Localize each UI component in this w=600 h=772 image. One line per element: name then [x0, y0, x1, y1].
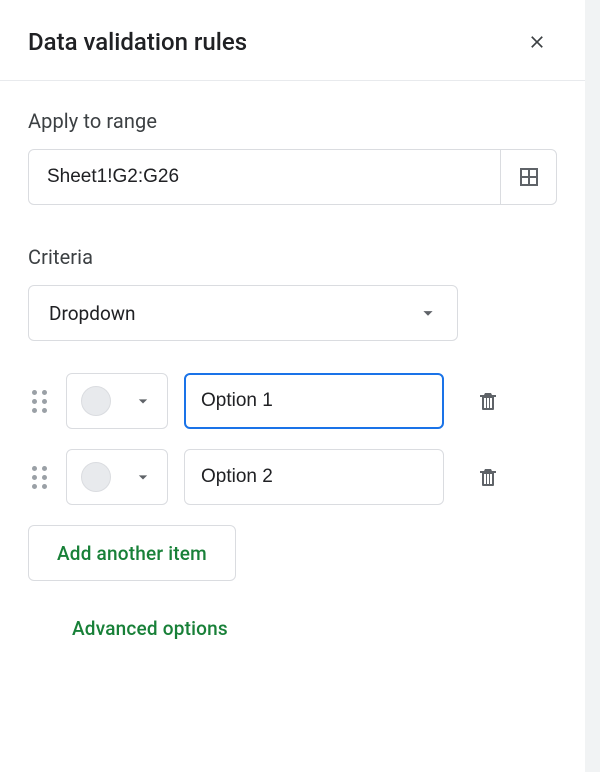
option-color-picker[interactable]	[66, 373, 168, 429]
criteria-select[interactable]: Dropdown	[28, 285, 458, 341]
delete-option-button[interactable]	[468, 381, 508, 421]
panel-header: Data validation rules	[0, 0, 585, 81]
apply-to-range-row	[28, 149, 557, 205]
caret-down-icon	[133, 467, 153, 487]
advanced-options-link[interactable]: Advanced options	[28, 617, 557, 640]
data-validation-panel: Data validation rules Apply to range Cri…	[0, 0, 585, 772]
delete-option-button[interactable]	[468, 457, 508, 497]
caret-down-icon	[417, 302, 439, 324]
option-value-input[interactable]	[184, 373, 444, 429]
trash-icon	[476, 389, 500, 413]
drag-handle[interactable]	[28, 386, 50, 416]
drag-handle[interactable]	[28, 462, 50, 492]
grid-icon	[517, 165, 541, 189]
close-icon	[527, 32, 547, 52]
trash-icon	[476, 465, 500, 489]
panel-title: Data validation rules	[28, 28, 247, 56]
apply-to-range-input[interactable]	[29, 150, 500, 204]
option-color-picker[interactable]	[66, 449, 168, 505]
color-chip-icon	[81, 386, 111, 416]
close-button[interactable]	[517, 22, 557, 62]
criteria-label: Criteria	[28, 245, 557, 269]
dropdown-option-row	[28, 373, 557, 429]
criteria-selected-value: Dropdown	[49, 302, 136, 325]
color-chip-icon	[81, 462, 111, 492]
option-value-input[interactable]	[184, 449, 444, 505]
dropdown-option-row	[28, 449, 557, 505]
apply-to-range-label: Apply to range	[28, 109, 557, 133]
caret-down-icon	[133, 391, 153, 411]
add-another-item-button[interactable]: Add another item	[28, 525, 236, 581]
panel-body: Apply to range Criteria Dropdown	[0, 81, 585, 668]
select-range-button[interactable]	[500, 150, 556, 204]
